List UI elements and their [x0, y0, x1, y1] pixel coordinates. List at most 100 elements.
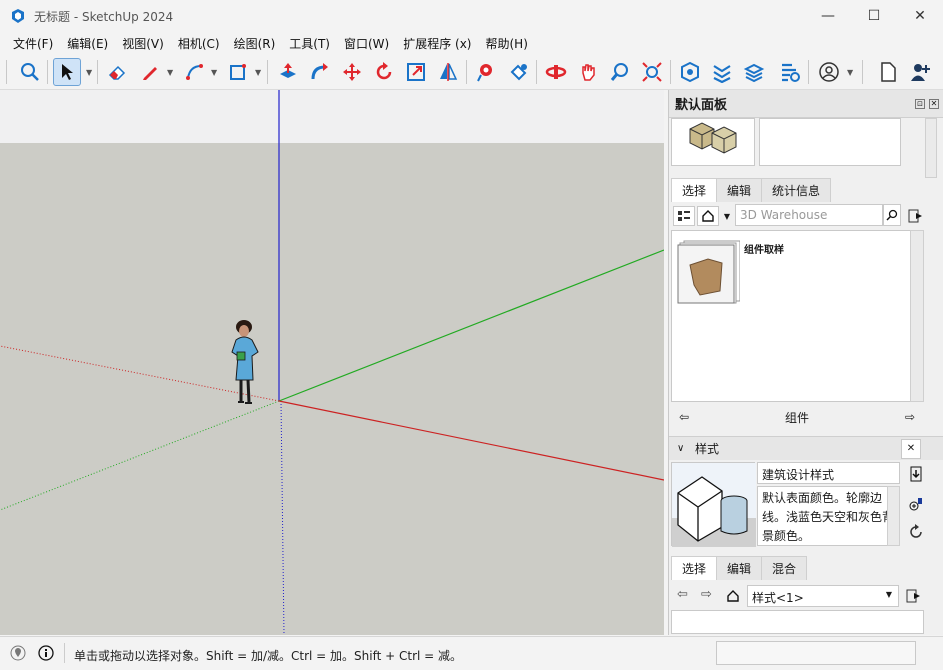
status-message: 单击或拖动以选择对象。Shift = 加/减。Ctrl = 加。Shift + …	[74, 649, 463, 663]
collapse-chevron-icon[interactable]: ∨	[677, 443, 684, 454]
style-name-field[interactable]: 建筑设计样式	[757, 462, 900, 484]
tray-title-text: 默认面板	[675, 98, 728, 113]
select-dropdown-icon[interactable]: ▼	[86, 68, 92, 77]
tab-styles-select[interactable]: 选择	[671, 556, 718, 580]
orbit-icon[interactable]	[542, 58, 570, 86]
extension-warehouse-icon[interactable]	[676, 58, 704, 86]
styles-forward-icon[interactable]: ⇨	[701, 587, 712, 602]
styles-section-header[interactable]: ∨ 样式 ✕	[669, 436, 943, 460]
components-footer: ⇦ 组件 ⇨	[669, 405, 943, 429]
folder-icon	[677, 240, 741, 304]
menu-file[interactable]: 文件(F)	[6, 35, 60, 52]
components-scrollbar[interactable]	[910, 230, 924, 402]
arc-dropdown-icon[interactable]: ▼	[211, 68, 217, 77]
zoom-icon[interactable]	[606, 58, 634, 86]
3d-warehouse-icon[interactable]	[708, 58, 736, 86]
green-axis-negative	[0, 400, 280, 511]
account-dropdown-icon[interactable]: ▼	[847, 68, 853, 77]
styles-details-arrow-icon[interactable]	[904, 586, 924, 606]
scale-icon[interactable]	[402, 58, 430, 86]
eraser-icon[interactable]	[103, 58, 131, 86]
menu-extensions[interactable]: 扩展程序 (x)	[396, 35, 478, 52]
list-item[interactable]	[676, 239, 741, 305]
tab-styles-mix[interactable]: 混合	[761, 556, 808, 580]
new-file-icon[interactable]	[874, 58, 902, 86]
search-3d-warehouse-input[interactable]: 3D Warehouse	[735, 204, 883, 226]
zoom-window-icon[interactable]	[638, 58, 666, 86]
styles-back-icon[interactable]: ⇦	[677, 587, 688, 602]
component-cubes-icon	[689, 122, 737, 154]
menu-edit[interactable]: 编辑(E)	[60, 35, 115, 52]
tab-components-edit[interactable]: 编辑	[716, 178, 763, 202]
menu-camera[interactable]: 相机(C)	[171, 35, 227, 52]
tab-components-statistics[interactable]: 统计信息	[761, 178, 832, 202]
rectangle-icon[interactable]	[224, 58, 252, 86]
window-title: 无标题 - SketchUp 2024	[34, 9, 174, 24]
styles-close-button[interactable]: ✕	[901, 438, 921, 459]
mirror-icon[interactable]	[434, 58, 462, 86]
forward-arrow-icon[interactable]: ⇨	[905, 410, 915, 424]
menu-draw[interactable]: 绘图(R)	[227, 35, 283, 52]
preview-scrollbar[interactable]	[925, 118, 937, 178]
create-style-icon[interactable]	[906, 464, 926, 484]
model-viewport[interactable]	[0, 90, 664, 635]
update-style-icon[interactable]	[906, 494, 926, 514]
home-icon[interactable]	[697, 206, 719, 226]
minimize-button[interactable]: —	[805, 0, 851, 32]
refresh-icon[interactable]	[906, 522, 926, 542]
tape-measure-icon[interactable]	[472, 58, 500, 86]
select-icon[interactable]	[53, 58, 81, 86]
home-dropdown-icon[interactable]: ▼	[721, 206, 733, 226]
pan-icon[interactable]	[574, 58, 602, 86]
geo-location-icon[interactable]	[10, 645, 26, 661]
measurements-box[interactable]	[716, 641, 916, 665]
arc-icon[interactable]	[180, 58, 208, 86]
tray-pin-button[interactable]: ⊡	[915, 99, 925, 109]
view-options-icon[interactable]	[673, 206, 695, 226]
account-icon[interactable]	[815, 58, 843, 86]
info-icon[interactable]	[38, 645, 54, 661]
main-toolbar: ▼ ▼ ▼ ▼ ▼	[0, 54, 943, 90]
details-arrow-icon[interactable]	[906, 206, 926, 226]
move-icon[interactable]	[338, 58, 366, 86]
menu-help[interactable]: 帮助(H)	[478, 35, 534, 52]
default-tray: 默认面板 ⊡ ✕ 选择 编辑 统计信息 ▼ 3D Warehouse 组件取样 …	[668, 90, 943, 635]
axes-canvas	[0, 90, 664, 635]
menu-tools[interactable]: 工具(T)	[282, 35, 337, 52]
list-item-label: 组件取样	[744, 245, 784, 256]
paint-bucket-icon[interactable]	[504, 58, 532, 86]
zoom-extents-icon[interactable]	[16, 58, 44, 86]
menu-view[interactable]: 视图(V)	[115, 35, 171, 52]
styles-list	[671, 610, 924, 634]
add-user-icon[interactable]	[906, 58, 934, 86]
tray-close-button[interactable]: ✕	[929, 99, 939, 109]
styles-collection-select[interactable]: 样式<1> ▼	[747, 585, 899, 607]
line-dropdown-icon[interactable]: ▼	[167, 68, 173, 77]
maximize-button[interactable]: ☐	[851, 0, 897, 32]
rectangle-dropdown-icon[interactable]: ▼	[255, 68, 261, 77]
style-desc-scrollbar[interactable]	[887, 486, 900, 546]
styles-section-title: 样式	[695, 442, 720, 456]
rotate-icon[interactable]	[370, 58, 398, 86]
close-window-button[interactable]: ✕	[897, 0, 943, 32]
style-thumbnail-icon	[672, 463, 756, 547]
status-bar: 单击或拖动以选择对象。Shift = 加/减。Ctrl = 加。Shift + …	[0, 636, 943, 670]
layout-icon[interactable]	[740, 58, 768, 86]
search-icon[interactable]	[883, 204, 901, 226]
select-chevron-icon: ▼	[885, 590, 892, 599]
menu-window[interactable]: 窗口(W)	[337, 35, 396, 52]
push-pull-icon[interactable]	[274, 58, 302, 86]
pencil-line-icon[interactable]	[136, 58, 164, 86]
tab-styles-edit[interactable]: 编辑	[716, 556, 763, 580]
style-preview	[671, 462, 756, 547]
trimble-connect-icon[interactable]	[776, 58, 804, 86]
green-axis	[278, 249, 664, 402]
sketchup-logo-icon	[12, 9, 24, 23]
styles-home-icon[interactable]	[723, 586, 743, 606]
tab-components-select[interactable]: 选择	[671, 178, 718, 202]
blue-axis-negative	[280, 400, 285, 635]
components-list: 组件取样	[671, 230, 924, 402]
follow-me-icon[interactable]	[306, 58, 334, 86]
scale-figure[interactable]	[231, 320, 259, 404]
back-arrow-icon[interactable]: ⇦	[679, 410, 689, 424]
